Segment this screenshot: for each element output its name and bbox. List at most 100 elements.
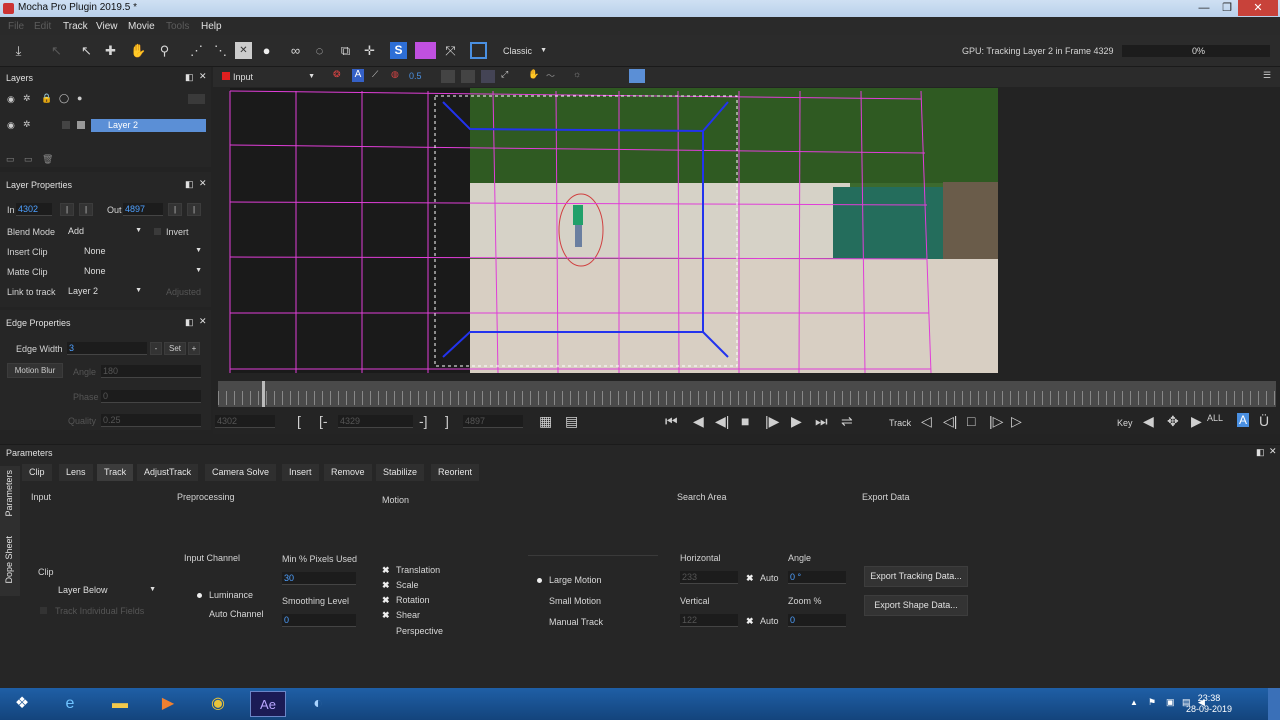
maximize-button[interactable]: ❐ bbox=[1214, 0, 1240, 16]
panel-float-icon[interactable]: ◧ bbox=[185, 179, 194, 190]
stop-track-icon[interactable]: □ bbox=[967, 413, 975, 429]
stabilize-icon[interactable]: ⤢ bbox=[501, 69, 508, 80]
in-field[interactable]: 4302 bbox=[16, 203, 52, 216]
layer-view-icon[interactable] bbox=[461, 70, 475, 83]
select-icon[interactable]: ↖ bbox=[48, 42, 65, 59]
gear-icon[interactable]: ✲ bbox=[23, 93, 31, 104]
stop-icon[interactable]: ■ bbox=[741, 413, 749, 429]
viewer-menu-icon[interactable]: ☰ bbox=[1263, 70, 1271, 81]
smoothing-field[interactable]: 0 bbox=[282, 614, 356, 627]
duplicate-layer-icon[interactable]: ▭ bbox=[24, 154, 33, 165]
go-in-icon[interactable]: [- bbox=[319, 413, 328, 429]
large-motion-radio[interactable]: Large Motion bbox=[537, 575, 602, 585]
prev-key-icon[interactable]: ◀ bbox=[1143, 413, 1154, 430]
menu-help[interactable]: Help bbox=[201, 21, 222, 32]
frame-start-field[interactable]: 4302 bbox=[215, 415, 275, 428]
small-motion-radio[interactable]: Small Motion bbox=[537, 596, 601, 606]
add-spline-icon[interactable]: ⋱ bbox=[212, 42, 229, 59]
add-point-icon[interactable]: ✚ bbox=[102, 42, 119, 59]
delete-key-icon[interactable]: Ü bbox=[1259, 413, 1269, 429]
layer-checkbox[interactable] bbox=[62, 121, 70, 129]
pan-hand-icon[interactable]: ✋ bbox=[130, 42, 147, 59]
cache-icon[interactable] bbox=[629, 69, 645, 83]
out-field[interactable]: 4897 bbox=[123, 203, 163, 216]
layer-visibility-icon[interactable]: ◉ bbox=[7, 120, 15, 131]
panel-float-icon[interactable]: ◧ bbox=[185, 72, 194, 83]
opacity-value[interactable]: 0.5 bbox=[409, 71, 422, 81]
invert-checkbox[interactable] bbox=[154, 228, 161, 235]
translation-checkbox[interactable]: ✖ Translation bbox=[382, 565, 440, 576]
hand-icon[interactable]: ✋ bbox=[528, 69, 539, 80]
go-out-icon[interactable]: -] bbox=[419, 413, 428, 429]
folder-icon[interactable]: ▬ bbox=[100, 691, 140, 717]
in-set-button[interactable]: | bbox=[60, 203, 74, 216]
out-set-button[interactable]: | bbox=[168, 203, 182, 216]
transform-icon[interactable]: ⧉ bbox=[337, 42, 354, 59]
phase-field[interactable]: 0 bbox=[101, 390, 201, 403]
tab-reorient[interactable]: Reorient bbox=[431, 464, 480, 481]
edge-width-decrement[interactable]: - bbox=[150, 342, 162, 355]
step-back-icon[interactable]: ◀| bbox=[715, 413, 729, 430]
playhead[interactable] bbox=[262, 381, 265, 407]
save-icon[interactable]: ⤓ bbox=[10, 42, 27, 59]
panel-close-icon[interactable]: ✕ bbox=[199, 316, 207, 327]
matte-view-icon[interactable]: ◍ bbox=[391, 69, 399, 80]
set-out-icon[interactable]: ] bbox=[445, 413, 449, 429]
tab-lens[interactable]: Lens bbox=[59, 464, 93, 481]
insert-clip-dropdown[interactable]: None ▼ bbox=[70, 244, 204, 258]
panel-close-icon[interactable]: ✕ bbox=[1269, 446, 1277, 457]
link-icon[interactable]: ∞ bbox=[287, 42, 304, 59]
export-tracking-button[interactable]: Export Tracking Data... bbox=[864, 566, 968, 587]
brightness-icon[interactable]: ☼ bbox=[573, 69, 581, 79]
frame-current-field[interactable]: 4329 bbox=[338, 415, 413, 428]
input-clip-dropdown[interactable]: Layer Below ▼ bbox=[40, 583, 158, 597]
track-forward-frame-icon[interactable]: |▷ bbox=[989, 413, 1003, 430]
tab-insert[interactable]: Insert bbox=[282, 464, 319, 481]
step-forward-icon[interactable]: |▶ bbox=[765, 413, 779, 430]
tab-adjusttrack[interactable]: AdjustTrack bbox=[137, 464, 199, 481]
quality-field[interactable]: 0.25 bbox=[101, 414, 201, 427]
luminance-radio[interactable]: Luminance bbox=[197, 590, 253, 600]
shear-checkbox[interactable]: ✖ Shear bbox=[382, 610, 420, 621]
auto-channel-radio[interactable]: Auto Channel bbox=[197, 609, 264, 619]
tab-remove[interactable]: Remove bbox=[324, 464, 372, 481]
browser-icon[interactable]: e bbox=[50, 691, 90, 717]
track-fields-checkbox[interactable] bbox=[40, 607, 47, 614]
clip-dropdown[interactable]: Input ▼ bbox=[233, 70, 317, 84]
zoom-icon[interactable]: ⚲ bbox=[156, 42, 173, 59]
panel-close-icon[interactable]: ✕ bbox=[199, 178, 207, 189]
timeline[interactable] bbox=[218, 381, 1276, 407]
mesh-icon[interactable]: ⟋ bbox=[372, 69, 378, 80]
min-pixels-field[interactable]: 30 bbox=[282, 572, 356, 585]
move-icon[interactable]: ✛ bbox=[361, 42, 378, 59]
start-icon[interactable]: ❖ bbox=[2, 691, 42, 717]
rect-spline-icon[interactable]: ✕ bbox=[235, 42, 252, 59]
play-forward-icon[interactable]: ▶ bbox=[791, 413, 802, 430]
search-angle-field[interactable]: 0 ° bbox=[788, 571, 846, 584]
viewer-canvas[interactable] bbox=[213, 87, 1278, 377]
tab-track[interactable]: Track bbox=[97, 464, 134, 481]
zoom-field[interactable]: 0 bbox=[788, 614, 846, 627]
track-forward-icon[interactable]: ▷ bbox=[1011, 413, 1022, 430]
scale-checkbox[interactable]: ✖ Scale bbox=[382, 580, 419, 591]
side-tab-dope-sheet[interactable]: Dope Sheet bbox=[4, 536, 14, 584]
tab-clip[interactable]: Clip bbox=[22, 464, 52, 481]
track-backward-icon[interactable]: ◁ bbox=[921, 413, 932, 430]
menu-track[interactable]: Track bbox=[63, 21, 88, 32]
link-to-track-dropdown[interactable]: Layer 2 ▼ bbox=[68, 284, 144, 298]
autokey-icon[interactable]: A bbox=[1237, 413, 1250, 427]
circle-spline-icon[interactable]: ● bbox=[258, 42, 275, 59]
new-layer-icon[interactable]: ▭ bbox=[6, 154, 15, 165]
panel-float-icon[interactable]: ◧ bbox=[185, 317, 194, 328]
tab-stabilize[interactable]: Stabilize bbox=[376, 464, 425, 481]
clock[interactable]: 23:38 28-09-2019 bbox=[1186, 693, 1232, 715]
monitor-icon[interactable] bbox=[441, 70, 455, 83]
menu-movie[interactable]: Movie bbox=[128, 21, 155, 32]
out-jump-button[interactable]: | bbox=[187, 203, 201, 216]
menu-tools[interactable]: Tools bbox=[166, 21, 189, 32]
after-effects-icon[interactable]: Ae bbox=[250, 691, 286, 717]
matte-icon[interactable]: ◯ bbox=[59, 93, 69, 104]
layers-menu-icon[interactable] bbox=[188, 94, 205, 104]
manual-track-radio[interactable]: Manual Track bbox=[537, 617, 603, 627]
motion-blur-button[interactable]: Motion Blur bbox=[7, 363, 63, 378]
